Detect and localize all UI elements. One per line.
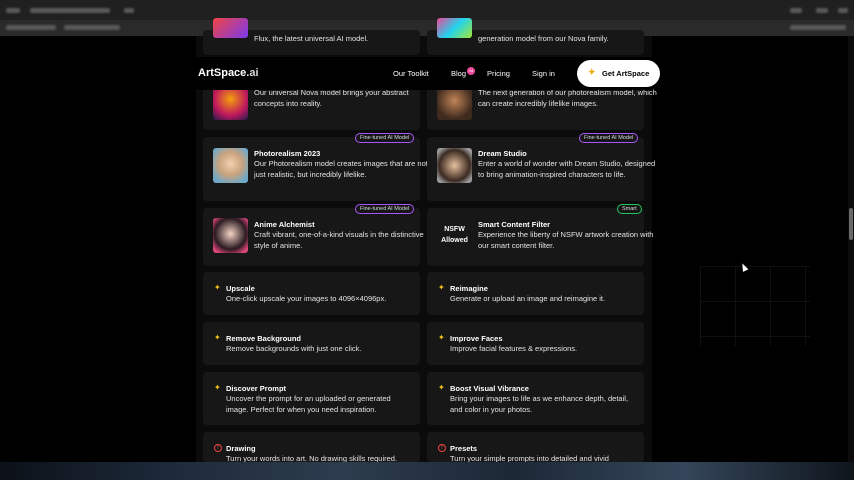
card-title: Anime Alchemist [254, 220, 315, 229]
card-title: Smart Content Filter [478, 220, 551, 229]
card-title: Remove Background [226, 334, 302, 343]
card-desc: Improve facial features & expressions. [450, 344, 578, 353]
card-title: Improve Faces [450, 334, 503, 343]
card-desc: Our universal Nova model brings your abs… [254, 88, 409, 108]
window-close-blur [838, 8, 848, 13]
card-desc: Enter a world of wonder with Dream Studi… [478, 159, 656, 179]
taskbar [0, 462, 854, 480]
top-navigation: ArtSpace.ai Our Toolkit Blog 44 Pricing … [184, 57, 665, 90]
card-title: Reimagine [450, 284, 488, 293]
smart-badge: Smart [617, 204, 642, 214]
magic-wand-icon: ✦ [214, 333, 221, 342]
model-badge: Fine-tuned AI Model [355, 133, 415, 143]
logo-main: ArtSpace [198, 67, 247, 79]
nav-pricing[interactable]: Pricing [487, 69, 510, 78]
card-desc: Our Photorealism model creates images th… [254, 159, 428, 179]
window-maximize-blur [816, 8, 828, 13]
nova-universal-thumbnail [213, 85, 248, 120]
card-presets[interactable]: ! Presets Turn your simple prompts into … [427, 432, 644, 463]
grid-background [700, 266, 810, 346]
browser-tab-close-blur [124, 8, 134, 13]
card-flux[interactable]: Flux, the latest universal AI model. [203, 18, 420, 55]
alert-circle-icon: ! [438, 444, 446, 452]
card-reimagine[interactable]: ✦ Reimagine Generate or upload an image … [427, 272, 644, 315]
magic-wand-icon: ✦ [214, 283, 221, 292]
card-title: Dream Studio [478, 149, 527, 158]
get-artspace-button[interactable]: ✦ Get ArtSpace [577, 60, 660, 87]
nsfw-line-1: NSFW [444, 226, 465, 233]
card-title: Presets [450, 444, 478, 453]
magic-wand-icon: ✦ [214, 383, 221, 392]
card-desc: Flux, the latest universal AI model. [254, 34, 369, 43]
card-desc: Uncover the prompt for an uploaded or ge… [226, 394, 391, 414]
card-remove-background[interactable]: ✦ Remove Background Remove backgrounds w… [203, 322, 420, 365]
card-improve-faces[interactable]: ✦ Improve Faces Improve facial features … [427, 322, 644, 365]
card-upscale[interactable]: ✦ Upscale One-click upscale your images … [203, 272, 420, 315]
card-anime-alchemist[interactable]: Fine-tuned AI Model Anime Alchemist Craf… [203, 204, 424, 266]
card-smart-content-filter[interactable]: Smart NSFW Allowed Smart Content Filter … [427, 204, 653, 266]
card-desc: generation model from our Nova family. [478, 34, 609, 43]
nova-next-thumbnail [437, 85, 472, 120]
flux-thumbnail [213, 18, 248, 38]
card-discover-prompt[interactable]: ✦ Discover Prompt Uncover the prompt for… [203, 372, 420, 425]
logo-suffix: .ai [246, 67, 259, 79]
blog-new-badge: 44 [467, 67, 475, 75]
photorealism-thumbnail [213, 148, 248, 183]
sparkle-icon: ✦ [588, 67, 596, 77]
nav-sign-in[interactable]: Sign in [532, 69, 555, 78]
dream-studio-thumbnail [437, 148, 472, 183]
model-badge: Fine-tuned AI Model [579, 133, 639, 143]
card-desc: The next generation of our photorealism … [478, 88, 657, 108]
scrollbar[interactable] [848, 36, 854, 462]
card-title: Photorealism 2023 [254, 149, 321, 158]
window-minimize-blur [790, 8, 802, 13]
card-desc: Remove backgrounds with just one click. [226, 344, 362, 353]
card-desc: Bring your images to life as we enhance … [450, 394, 629, 414]
card-desc: Experience the liberty of NSFW artwork c… [478, 230, 654, 250]
artspace-logo[interactable]: ArtSpace.ai [198, 67, 259, 79]
scrollbar-thumb[interactable] [849, 208, 853, 240]
magic-wand-icon: ✦ [438, 333, 445, 342]
card-title: Discover Prompt [226, 384, 287, 393]
alert-circle-icon: ! [214, 444, 222, 452]
card-photorealism[interactable]: Fine-tuned AI Model Photorealism 2023 Ou… [203, 133, 428, 201]
browser-tab-blur [30, 8, 110, 13]
card-boost-visual-vibrance[interactable]: ✦ Boost Visual Vibrance Bring your image… [427, 372, 644, 425]
magic-wand-icon: ✦ [438, 383, 445, 392]
nav-blog[interactable]: Blog [451, 69, 466, 78]
browser-extensions-blur [790, 25, 846, 30]
card-desc: One-click upscale your images to 4096×40… [226, 294, 387, 303]
browser-control-blur [6, 8, 20, 13]
card-title: Upscale [226, 284, 255, 293]
nsfw-allowed-label: NSFW Allowed [437, 217, 472, 252]
card-dream-studio[interactable]: Fine-tuned AI Model Dream Studio Enter a… [427, 133, 655, 201]
card-desc: Generate or upload an image and reimagin… [450, 294, 606, 303]
card-title: Drawing [226, 444, 256, 453]
nsfw-line-2: Allowed [441, 237, 468, 244]
browser-nav-blur [6, 25, 56, 30]
model-badge: Fine-tuned AI Model [355, 204, 415, 214]
card-desc: Craft vibrant, one-of-a-kind visuals in … [254, 230, 424, 250]
nav-our-toolkit[interactable]: Our Toolkit [393, 69, 429, 78]
address-bar-blur [64, 25, 120, 30]
anime-alchemist-thumbnail [213, 218, 248, 253]
card-nova-top[interactable]: generation model from our Nova family. [427, 18, 644, 55]
card-title: Boost Visual Vibrance [450, 384, 529, 393]
browser-title-bar [0, 0, 854, 20]
nova-thumbnail [437, 18, 472, 38]
magic-wand-icon: ✦ [438, 283, 445, 292]
card-drawing[interactable]: ! Drawing Turn your words into art. No d… [203, 432, 420, 463]
get-artspace-label: Get ArtSpace [602, 69, 650, 78]
